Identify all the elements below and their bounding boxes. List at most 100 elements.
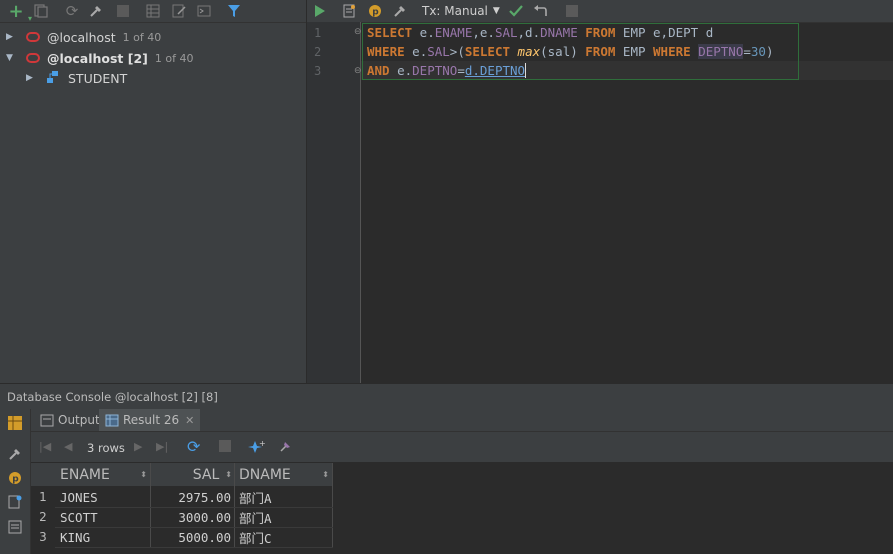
refresh-icon[interactable]: ⟳ [64, 2, 80, 20]
first-page-icon[interactable]: |◀ [39, 440, 51, 453]
code-text: EMP [615, 44, 654, 59]
line-number: 3 [314, 64, 322, 78]
sort-icon[interactable]: ⬍ [322, 470, 329, 479]
run-icon[interactable] [312, 3, 328, 19]
row-number: 3 [39, 530, 47, 544]
code-line-3[interactable]: AND e.DEPTNO=d.DEPTNO [367, 63, 527, 78]
cell-dname[interactable]: 部门A [239, 487, 272, 507]
cell-ename[interactable]: KING [60, 527, 90, 547]
fold-icon[interactable]: ⊖ [354, 27, 362, 37]
schema-count: 1 of 40 [154, 51, 194, 65]
table-icon [105, 414, 119, 426]
explain-plan-icon[interactable] [341, 3, 357, 19]
code-text: >( [449, 44, 465, 59]
last-page-icon[interactable]: ▶| [156, 440, 168, 453]
transaction-mode-label: Tx: Manual [422, 4, 488, 18]
code-text: = [743, 44, 751, 59]
transaction-mode-dropdown[interactable]: Tx: Manual ▼ [422, 3, 500, 19]
rollback-icon[interactable] [532, 3, 548, 19]
pin-icon[interactable] [279, 439, 293, 456]
expand-arrow-icon[interactable]: ▶ [6, 32, 16, 42]
cell-ename[interactable]: SCOTT [60, 507, 98, 527]
row-number: 2 [39, 510, 47, 524]
code-line-1[interactable]: SELECT e.ENAME,e.SAL,d.DNAME FROM EMP e,… [367, 25, 713, 40]
code-text: (sal) [540, 44, 586, 59]
close-icon[interactable]: ✕ [185, 414, 194, 427]
edit-icon[interactable] [171, 3, 187, 19]
tab-label: Result 26 [123, 413, 180, 427]
next-page-icon[interactable]: ▶ [134, 440, 142, 453]
cell-dname[interactable]: 部门A [239, 507, 272, 527]
column-name: DNAME [239, 466, 291, 483]
settings-icon[interactable] [392, 3, 408, 19]
code-line-2[interactable]: WHERE e.SAL>(SELECT max(sal) FROM EMP WH… [367, 44, 773, 59]
console-icon[interactable] [196, 3, 212, 19]
column-ref: SAL [494, 25, 518, 40]
oracle-icon [26, 32, 40, 42]
svg-text:p: p [12, 475, 19, 485]
number-literal: 30 [750, 44, 766, 59]
layout-icon[interactable] [8, 520, 22, 537]
reload-icon[interactable]: ⟳ [187, 437, 200, 456]
keyword: FROM [585, 25, 616, 40]
connection-name: @localhost [2] [47, 50, 148, 66]
schema-count: 1 of 40 [122, 30, 162, 44]
cell-sal[interactable]: 5000.00 [151, 527, 231, 547]
output-icon [40, 414, 54, 426]
explain-plan-icon[interactable] [8, 495, 22, 512]
column-header-ename[interactable]: ENAME ⬍ [55, 463, 151, 486]
commit-icon[interactable] [508, 3, 524, 19]
column-ref: DEPTNO [698, 44, 744, 59]
parameters-icon[interactable]: p [367, 3, 383, 19]
sort-icon[interactable]: ⬍ [225, 470, 232, 479]
cell-sal[interactable]: 3000.00 [151, 507, 231, 527]
add-row-icon[interactable]: + [248, 439, 266, 458]
keyword: FROM [585, 44, 616, 59]
table-icon[interactable] [145, 3, 161, 19]
column-ref: DNAME [540, 25, 578, 40]
stop-icon[interactable] [564, 3, 580, 19]
cell-ename[interactable]: JONES [60, 487, 98, 507]
results-grid-icon[interactable] [8, 416, 22, 433]
fold-icon[interactable]: ⊖ [354, 66, 362, 76]
code-text: e. [389, 63, 413, 78]
code-text: ) [765, 44, 774, 59]
tree-node-student[interactable]: ▶ STUDENT [20, 68, 127, 88]
stop-icon[interactable] [115, 3, 131, 19]
tree-node-localhost[interactable]: ▶ @localhost 1 of 40 [0, 27, 161, 47]
console-tabs: Output Result 26 ✕ [31, 409, 893, 432]
properties-icon[interactable] [88, 3, 104, 19]
filter-icon[interactable] [226, 3, 242, 19]
text-cursor [525, 63, 527, 78]
collapse-arrow-icon[interactable]: ▼ [6, 53, 16, 63]
previous-page-icon[interactable]: ◀ [64, 440, 72, 453]
row-number: 1 [39, 490, 47, 504]
settings-icon[interactable] [7, 446, 23, 465]
code-text: ,e. [472, 25, 495, 40]
code-text: e. [404, 44, 428, 59]
column-ref: d.DEPTNO [464, 63, 526, 78]
code-text: EMP e,DEPT d [615, 25, 714, 40]
cell-dname[interactable]: 部门C [239, 527, 272, 547]
sort-icon[interactable]: ⬍ [140, 470, 147, 479]
code-text: ,d. [517, 25, 541, 40]
console-title-bar: Database Console @localhost [2] [8] [0, 383, 893, 410]
console-title: Database Console @localhost [2] [8] [7, 390, 218, 404]
console-side-toolbar: p [0, 409, 31, 554]
column-header-sal[interactable]: SAL ⬍ [151, 463, 235, 486]
function-name: max [517, 44, 541, 59]
tab-output[interactable]: Output [36, 409, 104, 431]
tab-result-26[interactable]: Result 26 ✕ [99, 409, 201, 431]
keyword: WHERE [367, 44, 405, 59]
tree-node-localhost-2[interactable]: ▼ @localhost [2] 1 of 40 [0, 48, 193, 68]
column-header-dname[interactable]: DNAME ⬍ [235, 463, 333, 486]
expand-arrow-icon[interactable]: ▶ [26, 73, 36, 83]
parameters-icon[interactable]: p [8, 471, 22, 488]
cell-sal[interactable]: 2975.00 [151, 487, 231, 507]
result-toolbar: |◀ ◀ 3 rows ▶ ▶| ⟳ + [31, 432, 893, 462]
tab-label: Output [58, 413, 100, 427]
cancel-icon[interactable] [219, 440, 231, 455]
row-divider [55, 547, 333, 548]
copy-icon[interactable] [33, 3, 49, 19]
